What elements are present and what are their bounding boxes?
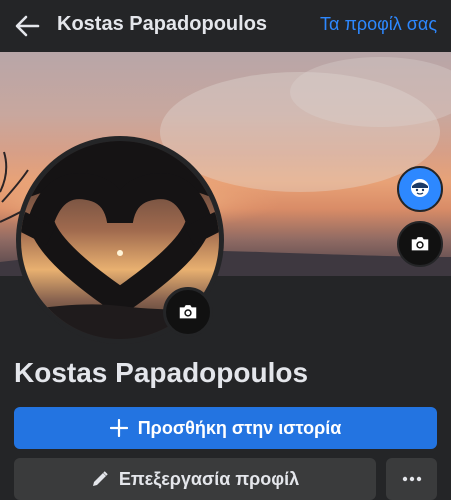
more-horizontal-icon [402, 476, 421, 482]
arrow-left-icon [15, 15, 40, 37]
add-story-button[interactable]: Προσθήκη στην ιστορία [14, 407, 437, 449]
profile-camera-button[interactable] [163, 287, 213, 337]
more-options-button[interactable] [386, 458, 437, 500]
avatar-icon [411, 179, 429, 197]
edit-profile-label: Επεξεργασία προφίλ [118, 468, 300, 489]
avatar-button[interactable] [397, 166, 443, 212]
page-title: Kostas Papadopoulos [57, 13, 268, 35]
add-story-label: Προσθήκη στην ιστορία [137, 417, 342, 438]
plus-icon [109, 419, 128, 437]
your-profiles-link[interactable]: Τα προφίλ σας [320, 14, 437, 35]
camera-icon [179, 305, 197, 319]
top-bar: Kostas Papadopoulos Τα προφίλ σας [0, 0, 451, 52]
back-button[interactable] [12, 11, 42, 41]
edit-profile-button[interactable]: Επεξεργασία προφίλ [14, 458, 376, 500]
profile-name: Kostas Papadopoulos [14, 357, 309, 388]
pencil-icon [92, 471, 108, 486]
camera-icon [411, 237, 429, 251]
cover-camera-button[interactable] [397, 221, 443, 267]
